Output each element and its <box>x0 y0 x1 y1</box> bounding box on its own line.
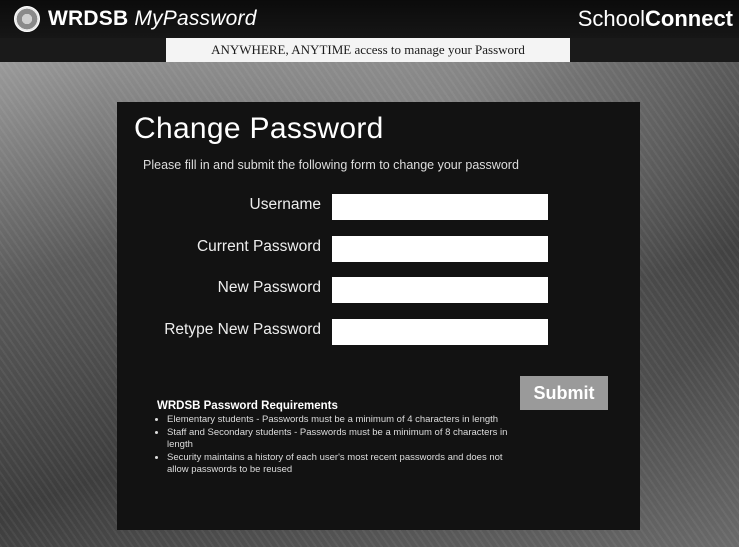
requirement-item: Elementary students - Passwords must be … <box>167 414 517 426</box>
brand-bold: WRDSB <box>48 7 129 30</box>
requirements-heading: WRDSB Password Requirements <box>157 400 338 412</box>
wrdsb-logo-icon <box>14 6 40 32</box>
new-password-row: New Password <box>117 277 640 303</box>
requirement-item: Security maintains a history of each use… <box>167 452 517 476</box>
brand: WRDSB MyPassword <box>14 6 257 32</box>
top-bar: WRDSB MyPassword SchoolConnect <box>0 0 739 38</box>
current-password-label: Current Password <box>196 238 321 255</box>
page-title: Change Password <box>134 112 384 145</box>
tagline: ANYWHERE, ANYTIME access to manage your … <box>166 38 570 62</box>
brand-title: WRDSB MyPassword <box>48 7 257 31</box>
brand-italic: MyPassword <box>134 7 257 30</box>
submit-button[interactable]: Submit <box>520 376 608 410</box>
retype-password-row: Retype New Password <box>117 319 640 345</box>
school-bold: Connect <box>645 6 733 31</box>
schoolconnect-logo: SchoolConnect <box>578 6 733 32</box>
current-password-row: Current Password <box>117 236 640 262</box>
current-password-input[interactable] <box>332 236 548 262</box>
change-password-panel: Change Password Please fill in and submi… <box>117 102 640 530</box>
requirement-item: Staff and Secondary students - Passwords… <box>167 427 517 451</box>
username-label: Username <box>249 196 322 213</box>
retype-password-label: Retype New Password <box>164 321 321 338</box>
school-regular: School <box>577 6 645 31</box>
username-input[interactable] <box>332 194 548 220</box>
form-instructions: Please fill in and submit the following … <box>143 158 519 172</box>
requirements-list: Elementary students - Passwords must be … <box>157 414 517 476</box>
new-password-label: New Password <box>217 279 321 296</box>
new-password-input[interactable] <box>332 277 548 303</box>
password-requirements: WRDSB Password Requirements Elementary s… <box>157 400 517 477</box>
username-row: Username <box>117 194 640 220</box>
retype-password-input[interactable] <box>332 319 548 345</box>
